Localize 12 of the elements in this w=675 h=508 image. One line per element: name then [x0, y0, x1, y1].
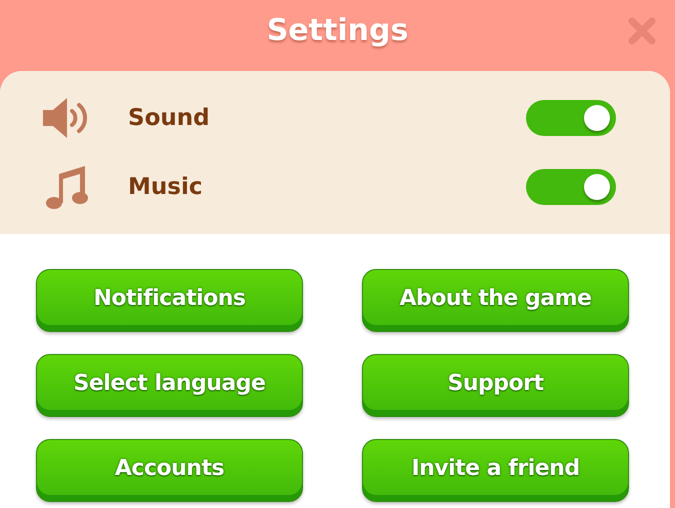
- menu-button[interactable]: About the game: [362, 269, 629, 332]
- menu-button[interactable]: Notifications: [36, 269, 303, 332]
- menu-button[interactable]: Accounts: [36, 439, 303, 502]
- music-note-icon: [45, 164, 89, 210]
- menu-button[interactable]: Support: [362, 354, 629, 417]
- menu-button[interactable]: Invite a friend: [362, 439, 629, 502]
- toggle-switch[interactable]: [526, 168, 616, 204]
- menu-button[interactable]: Select language: [36, 354, 303, 417]
- setting-label: Music: [128, 174, 204, 200]
- setting-label: Sound: [128, 104, 211, 130]
- window-title: Settings: [266, 13, 408, 50]
- toggle-switch[interactable]: [526, 100, 616, 136]
